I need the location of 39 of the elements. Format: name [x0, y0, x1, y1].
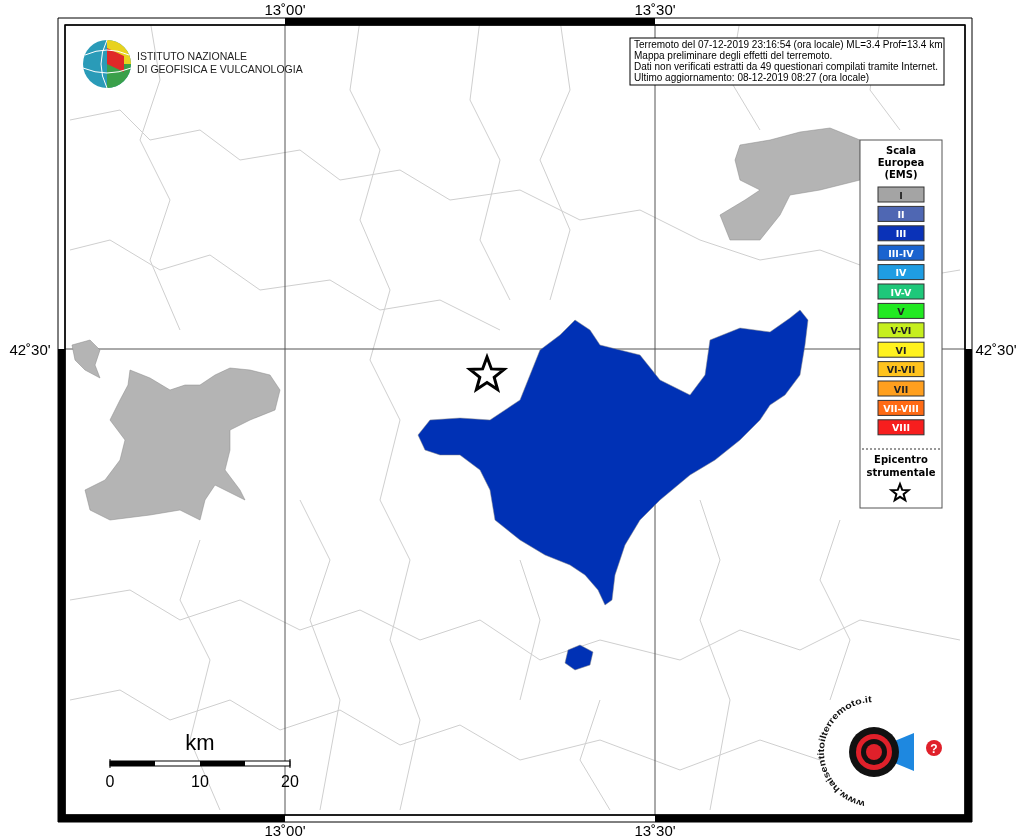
- epicenter-legend-label: Epicentro: [874, 454, 928, 465]
- question-badge: [926, 740, 942, 756]
- intensity-label: III-IV: [888, 247, 914, 259]
- latitude-label: 42˚30': [9, 341, 51, 358]
- longitude-label: 13˚30': [634, 822, 676, 838]
- latitude-label: 42˚30': [975, 341, 1017, 358]
- intensity-label: II: [897, 208, 905, 220]
- scale-tick-label: 20: [281, 773, 299, 790]
- longitude-label: 13˚30': [634, 1, 676, 18]
- intensity-label: VI: [895, 344, 907, 356]
- intensity-label: V: [897, 305, 905, 317]
- legend-title: (EMS): [884, 169, 918, 180]
- legend-title: Scala: [885, 145, 917, 156]
- info-text: Terremoto del 07-12-2019 23:16:54 (ora locale) ML=3.4 Prof=13.4 km: [634, 39, 943, 50]
- info-text: Dati non verificati estratti da 49 questionari compilati tramite Internet.: [634, 61, 939, 72]
- longitude-label: 13˚00': [264, 822, 306, 838]
- institute-name: DI GEOFISICA E VULCANOLOGIA: [137, 63, 303, 75]
- question-mark: ?: [930, 742, 938, 756]
- info-text: Ultimo aggiornamento: 08-12-2019 08:27 (ora locale): [634, 72, 870, 83]
- scale-tick-label: 10: [191, 773, 209, 790]
- intensity-label: III: [895, 228, 907, 240]
- legend-title: Europea: [877, 157, 925, 168]
- intensity-label: IV-V: [890, 286, 912, 298]
- scale-unit: km: [185, 730, 215, 755]
- intensity-label: VI-VII: [886, 364, 916, 376]
- intensity-label: VII-VIII: [883, 402, 919, 414]
- intensity-label: VIII: [892, 422, 910, 434]
- info-text: Mappa preliminare degli effetti del terremoto.: [634, 50, 833, 61]
- scale-tick-label: 0: [105, 773, 115, 790]
- epicenter-legend-label: strumentale: [866, 467, 936, 478]
- institute-name: ISTITUTO NAZIONALE: [137, 50, 248, 62]
- epicenter-star-icon: [888, 481, 912, 503]
- globe-logo-icon: [82, 39, 132, 89]
- intensity-label: I: [899, 189, 903, 201]
- intensity-label: V-VI: [890, 325, 912, 337]
- intensity-label: IV: [895, 267, 907, 279]
- longitude-label: 13˚00': [264, 1, 306, 18]
- epicenter-star-icon: [465, 352, 509, 394]
- intensity-label: VII: [893, 383, 909, 395]
